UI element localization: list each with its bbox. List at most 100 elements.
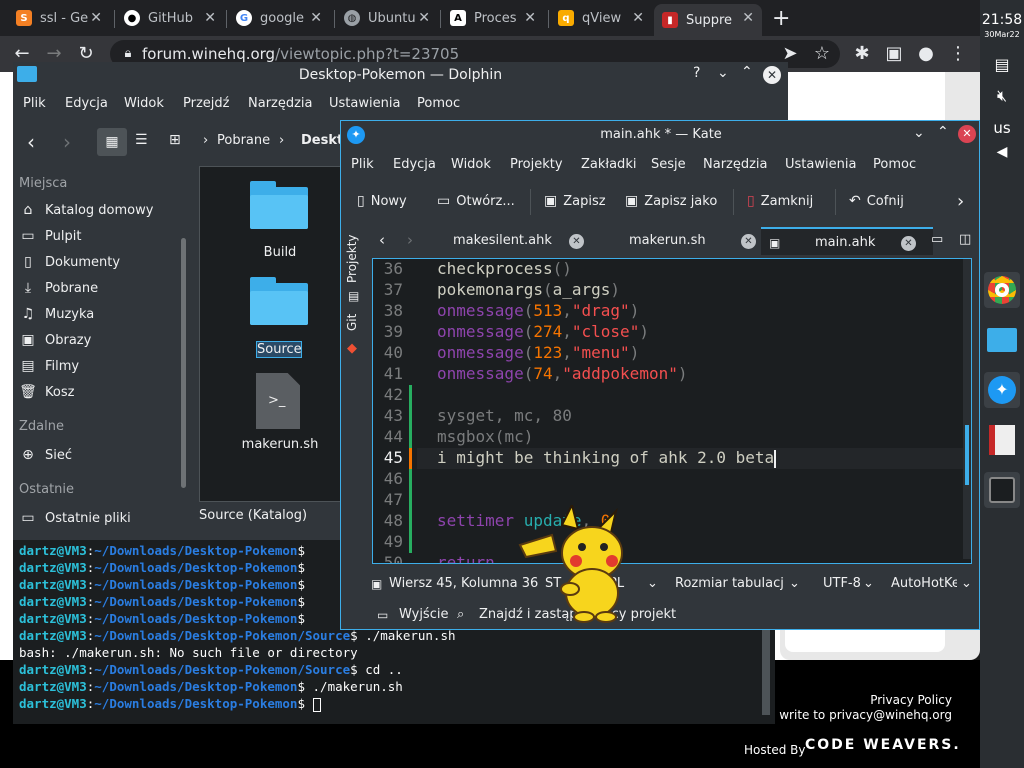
chevron-down-icon[interactable]: ⌄ [961, 572, 972, 596]
kate-menu-pomoc[interactable]: Pomoc [873, 157, 916, 172]
place-recent-files[interactable]: ▭ Ostatnie pliki [19, 510, 130, 526]
save-button[interactable]: ▣ Zapisz [544, 193, 606, 209]
close-icon[interactable]: ✕ [310, 10, 322, 26]
menu-narzedzia[interactable]: Narzędzia [248, 96, 313, 111]
icons-view-icon[interactable]: ▦ [97, 128, 127, 156]
new-tab-button[interactable]: + [772, 6, 790, 31]
kate-menu-ustawienia[interactable]: Ustawienia [785, 157, 856, 172]
details-view-icon[interactable]: ⊞ [169, 132, 181, 148]
open-button[interactable]: ▭ Otwórz... [437, 193, 515, 209]
menu-widok[interactable]: Widok [124, 96, 164, 111]
git-icon[interactable]: ◆ [347, 341, 357, 356]
close-icon[interactable]: ✕ [418, 10, 430, 26]
forward-icon[interactable]: › [63, 130, 71, 154]
browser-tab-0[interactable]: Sssl - Ge ✕ [8, 4, 110, 32]
undo-button[interactable]: ↶ Cofnij [849, 193, 904, 209]
menu-przejdz[interactable]: Przejdź [183, 96, 229, 111]
browser-tab-6[interactable]: ▮ Suppre ✕ [654, 4, 762, 36]
split-view-icon[interactable]: ◫ [959, 232, 971, 247]
maximize-icon[interactable]: ⌃ [741, 64, 753, 80]
kate-menu-edycja[interactable]: Edycja [393, 157, 436, 172]
codeweavers-logo[interactable]: CODE WEAVERS. [805, 737, 961, 753]
breadcrumb-pobrane[interactable]: Pobrane [217, 133, 270, 148]
place-network[interactable]: ⊕ Sieć [19, 447, 72, 463]
close-icon[interactable]: ✕ [90, 10, 102, 26]
browser-tab-2[interactable]: Ggoogle ✕ [228, 4, 330, 32]
maximize-icon[interactable]: ⌃ [937, 124, 949, 140]
clipboard-icon[interactable]: ▤ [984, 46, 1020, 82]
new-tab-icon[interactable]: ▭ [931, 232, 943, 247]
kate-menu-widok[interactable]: Widok [451, 157, 491, 172]
office-app-icon[interactable] [984, 422, 1020, 458]
close-icon[interactable]: ✕ [741, 234, 756, 249]
menu-edycja[interactable]: Edycja [65, 96, 108, 111]
script-file-icon[interactable]: >_ [256, 373, 300, 429]
side-tab-projects[interactable]: Projekty [345, 234, 359, 283]
place-images[interactable]: ▣ Obrazy [19, 332, 91, 348]
volume-muted-icon[interactable]: 🔇︎ [984, 78, 1020, 114]
place-home[interactable]: ⌂ Katalog domowy [19, 202, 154, 218]
clock-time[interactable]: 21:58 [980, 12, 1024, 28]
tab-main[interactable]: ▣ main.ahk ✕ [761, 227, 933, 255]
editor-scroll-thumb[interactable] [965, 425, 969, 485]
save-as-button[interactable]: ▣ Zapisz jako [625, 193, 717, 209]
output-tab[interactable]: Wyjście [399, 603, 448, 627]
kate-menu-zakladki[interactable]: Zakładki [581, 157, 636, 172]
browser-tab-5[interactable]: q qView ✕ [550, 4, 652, 32]
compact-view-icon[interactable]: ☰ [135, 132, 148, 148]
new-button[interactable]: ▯ Nowy [357, 193, 407, 209]
syntax-mode[interactable]: AutoHotKey [891, 572, 957, 596]
chrome-app-icon[interactable] [984, 272, 1020, 308]
tab-prev-icon[interactable]: ‹ [379, 231, 385, 249]
kate-menu-plik[interactable]: Plik [351, 157, 374, 172]
close-icon[interactable]: ✕ [524, 10, 536, 26]
tab-size[interactable]: Rozmiar tabulacji: 4 [675, 572, 785, 596]
chevron-down-icon[interactable]: ⌄ [647, 572, 658, 596]
kate-menu-narzedzia[interactable]: Narzędzia [703, 157, 768, 172]
back-icon[interactable]: ‹ [27, 130, 35, 154]
pikachu-sprite[interactable] [512, 505, 632, 625]
browser-tab-4[interactable]: A Proces ✕ [442, 4, 544, 32]
tab-next-icon[interactable]: › [407, 231, 413, 249]
place-documents[interactable]: ▯ Dokumenty [19, 254, 120, 270]
menu-pomoc[interactable]: Pomoc [417, 96, 460, 111]
place-music[interactable]: ♫ Muzyka [19, 306, 95, 322]
folder-icon[interactable] [250, 277, 308, 325]
close-icon[interactable]: ✕ [742, 10, 754, 26]
folder-icon[interactable] [250, 181, 308, 229]
settings-app-icon[interactable] [984, 472, 1020, 508]
place-trash[interactable]: 🗑︎ Kosz [19, 384, 74, 400]
places-scrollbar[interactable] [181, 238, 186, 488]
chevron-down-icon[interactable]: ⌄ [789, 572, 800, 596]
kate-app-icon[interactable]: ✦ [984, 372, 1020, 408]
file-name-source[interactable]: Source [256, 341, 302, 358]
extensions-icon[interactable]: ✱ [850, 42, 874, 66]
clock-date[interactable]: 30Mar22 [980, 30, 1024, 39]
tab-makesilent[interactable]: makesilent.ahk ✕ [429, 227, 601, 255]
close-doc-button[interactable]: ▯ Zamknij [747, 193, 813, 209]
code-editor[interactable]: 36 37 38 39 40 41 42 43 44 45 46 47 48 4… [372, 258, 972, 564]
kate-menu-sesje[interactable]: Sesje [651, 157, 686, 172]
toolbar-more-icon[interactable]: › [957, 191, 964, 212]
bookmark-star-icon[interactable]: ☆ [810, 42, 834, 66]
sidepanel-icon[interactable]: ▣ [882, 42, 906, 66]
file-name-makerun[interactable]: makerun.sh [200, 437, 360, 452]
close-icon[interactable]: ✕ [901, 236, 916, 251]
help-icon[interactable]: ? [693, 65, 700, 81]
editor-scrollbar[interactable] [963, 259, 971, 559]
menu-ustawienia[interactable]: Ustawienia [329, 96, 400, 111]
tab-makerun[interactable]: makerun.sh ✕ [605, 227, 775, 255]
privacy-policy-link[interactable]: Privacy Policy [780, 693, 952, 707]
close-icon[interactable]: ✕ [569, 234, 584, 249]
documents-icon[interactable]: ▤ [348, 289, 359, 303]
minimize-icon[interactable]: ⌄ [717, 65, 729, 81]
tray-expand-icon[interactable]: ◀ [984, 134, 1020, 170]
minimize-icon[interactable]: ⌄ [913, 125, 925, 141]
dolphin-app-icon[interactable] [984, 322, 1020, 358]
close-icon[interactable]: ✕ [763, 66, 781, 84]
side-tab-git[interactable]: Git [345, 314, 359, 331]
browser-tab-3[interactable]: ◍ Ubuntu ✕ [336, 4, 438, 32]
chevron-down-icon[interactable]: ⌄ [863, 572, 874, 596]
menu-kebab-icon[interactable]: ⋮ [946, 42, 970, 66]
profile-icon[interactable]: ● [914, 42, 938, 66]
